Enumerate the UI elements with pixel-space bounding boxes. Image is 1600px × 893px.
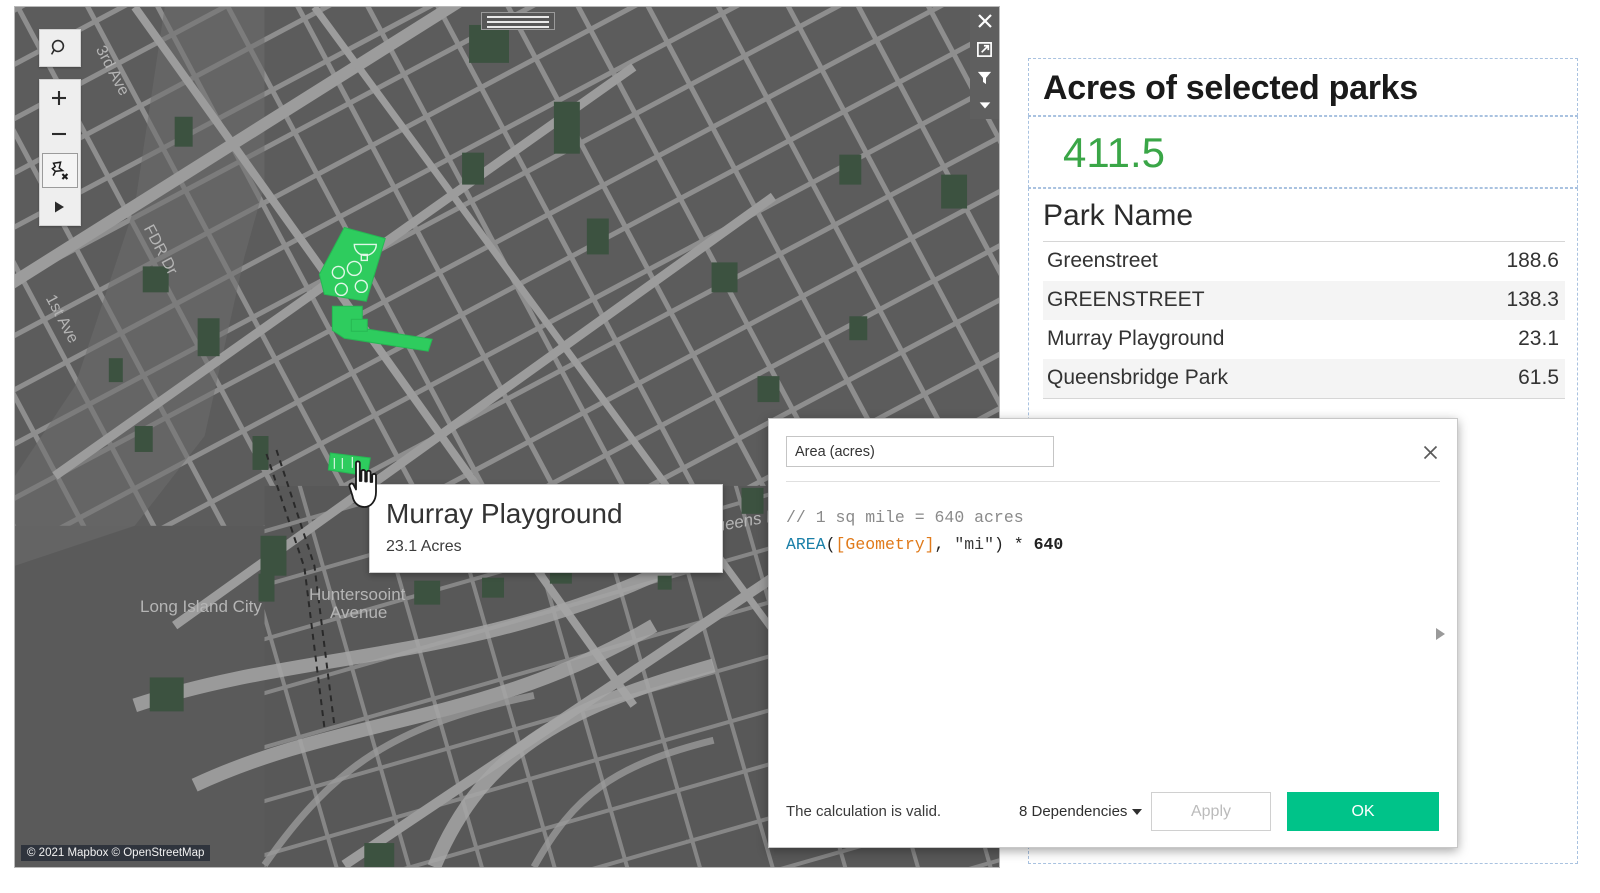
expand-right-icon[interactable]	[1431, 625, 1449, 643]
chevron-down-icon	[1132, 809, 1142, 815]
dependencies-dropdown[interactable]: 8 Dependencies	[1019, 803, 1142, 820]
apply-button[interactable]: Apply	[1151, 792, 1271, 831]
cell-park-acres: 23.1	[1518, 327, 1559, 351]
dashboard-title-zone[interactable]: Acres of selected parks	[1028, 58, 1578, 116]
map-attribution: © 2021 Mapbox © OpenStreetMap	[21, 845, 210, 861]
table-row[interactable]: Greenstreet 188.6	[1043, 242, 1565, 281]
cell-park-name: Murray Playground	[1047, 327, 1224, 351]
calculation-editor-dialog[interactable]: // 1 sq mile = 640 acres AREA([Geometry]…	[768, 418, 1458, 848]
clear-pin-icon[interactable]	[42, 153, 78, 188]
panel-drag-handle[interactable]	[481, 12, 555, 30]
play-icon[interactable]	[40, 189, 78, 225]
formula-operator: *	[1004, 535, 1034, 554]
cell-park-name: Queensbridge Park	[1047, 366, 1228, 390]
cell-park-name: Greenstreet	[1047, 249, 1158, 273]
cell-park-acres: 61.5	[1518, 366, 1559, 390]
map-search-group	[39, 29, 81, 67]
map-zoom-group	[39, 79, 81, 226]
panel-side-toolbar	[970, 7, 999, 119]
formula-comma: ,	[935, 535, 955, 554]
calculation-name-bar	[769, 419, 1457, 481]
formula-field: [Geometry]	[836, 535, 935, 554]
table-row[interactable]: Queensbridge Park 61.5	[1043, 359, 1565, 398]
drag-handle-line	[487, 26, 549, 28]
formula-open-paren: (	[826, 535, 836, 554]
close-icon[interactable]	[970, 7, 999, 35]
ok-button[interactable]: OK	[1287, 792, 1439, 831]
cell-park-name: GREENSTREET	[1047, 288, 1205, 312]
zoom-out-icon[interactable]	[40, 116, 78, 152]
tooltip-title: Murray Playground	[386, 499, 706, 530]
kpi-value: 411.5	[1063, 129, 1165, 177]
page-title: Acres of selected parks	[1043, 69, 1418, 108]
app-root: 3rd Ave FDR Dr 1st Ave Long Island City …	[0, 0, 1600, 893]
cell-park-acres: 138.3	[1506, 288, 1559, 312]
calculation-formula-editor[interactable]: // 1 sq mile = 640 acres AREA([Geometry]…	[786, 504, 1417, 558]
formula-number: 640	[1034, 535, 1064, 554]
dialog-footer: The calculation is valid. 8 Dependencies…	[769, 775, 1457, 847]
table-row[interactable]: GREENSTREET 138.3	[1043, 281, 1565, 320]
zoom-in-icon[interactable]	[40, 80, 78, 116]
search-icon[interactable]	[40, 30, 78, 66]
close-icon[interactable]	[1417, 439, 1443, 465]
formula-close-paren: )	[994, 535, 1004, 554]
validation-status: The calculation is valid.	[786, 803, 941, 820]
table-row[interactable]: Murray Playground 23.1	[1043, 320, 1565, 359]
tooltip-subtitle: 23.1 Acres	[386, 538, 706, 556]
filter-icon[interactable]	[970, 63, 999, 91]
chevron-down-icon[interactable]	[970, 91, 999, 119]
park-table: Park Name Greenstreet 188.6 GREENSTREET …	[1043, 199, 1565, 399]
table-column-header-park-name: Park Name	[1043, 199, 1565, 242]
dialog-divider	[786, 481, 1440, 482]
map-tooltip: Murray Playground 23.1 Acres	[369, 484, 723, 573]
formula-comment: // 1 sq mile = 640 acres	[786, 508, 1024, 527]
cell-park-acres: 188.6	[1506, 249, 1559, 273]
open-external-icon[interactable]	[970, 35, 999, 63]
map-toolbar	[39, 29, 79, 226]
calculation-name-input[interactable]	[786, 436, 1054, 467]
drag-handle-line	[487, 21, 549, 23]
drag-handle-line	[487, 16, 549, 18]
formula-function: AREA	[786, 535, 826, 554]
dependencies-label: 8 Dependencies	[1019, 803, 1127, 820]
table-bottom-rule	[1043, 398, 1565, 399]
formula-unit-string: "mi"	[954, 535, 994, 554]
dashboard-kpi-zone[interactable]: 411.5	[1028, 116, 1578, 188]
